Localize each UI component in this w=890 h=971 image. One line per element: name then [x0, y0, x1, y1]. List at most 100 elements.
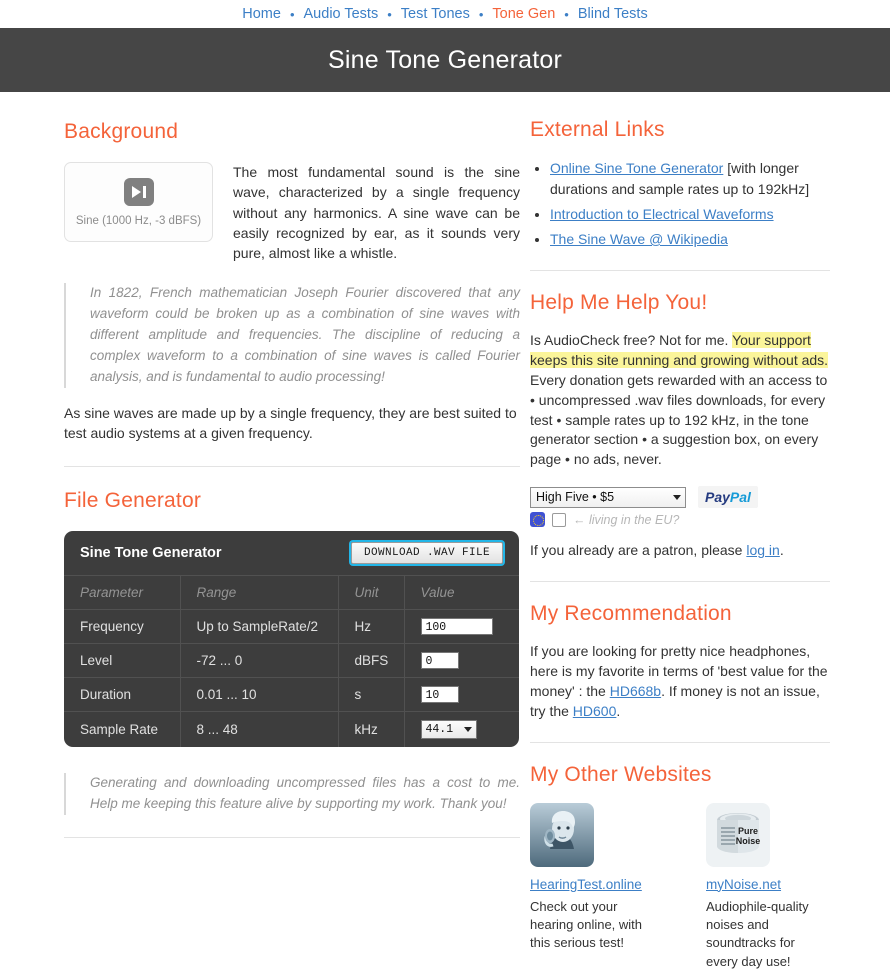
- section-heading-file-generator: File Generator: [64, 489, 520, 513]
- link-online-sine-tone-generator[interactable]: Online Sine Tone Generator: [550, 160, 723, 176]
- table-row: Sample Rate 8 ... 48 kHz 44.1: [64, 711, 519, 747]
- section-heading-help: Help Me Help You!: [530, 291, 830, 315]
- nav-item-test-tones[interactable]: Test Tones: [399, 6, 472, 22]
- file-generator-footnote: Generating and downloading uncompressed …: [64, 773, 520, 815]
- file-generator-panel: Sine Tone Generator DOWNLOAD .WAV FILE P…: [64, 531, 519, 747]
- play-pause-icon[interactable]: [124, 178, 154, 206]
- help-paragraph: Is AudioCheck free? Not for me. Your sup…: [530, 331, 830, 470]
- file-generator-header: Sine Tone Generator DOWNLOAD .WAV FILE: [64, 531, 519, 575]
- fourier-quote: In 1822, French mathematician Joseph Fou…: [64, 283, 520, 388]
- list-item: Introduction to Electrical Waveforms: [550, 204, 830, 225]
- download-wav-button[interactable]: DOWNLOAD .WAV FILE: [351, 542, 503, 564]
- table-row: Frequency Up to SampleRate/2 Hz 100: [64, 609, 519, 643]
- patron-login-paragraph: If you already are a patron, please log …: [530, 541, 830, 561]
- section-heading-recommendation: My Recommendation: [530, 602, 830, 626]
- divider: [64, 466, 520, 467]
- table-row: Level -72 ... 0 dBFS 0: [64, 643, 519, 677]
- chevron-down-icon: [673, 495, 681, 500]
- paypal-logo[interactable]: PayPal: [698, 486, 758, 508]
- paypal-pal-text: Pal: [730, 489, 751, 505]
- section-heading-background: Background: [64, 120, 520, 144]
- donation-amount-select[interactable]: High Five • $5: [530, 487, 686, 508]
- can-label-line2: Noise: [736, 836, 761, 846]
- link-hearingtest-online[interactable]: HearingTest.online: [530, 877, 642, 892]
- link-mynoise-net[interactable]: myNoise.net: [706, 877, 781, 892]
- cell-unit: Hz: [338, 609, 404, 643]
- page-body: Background Sine (1000 Hz, -3 dBFS) The m…: [0, 92, 890, 971]
- nav-separator: •: [283, 7, 302, 22]
- table-row: Duration 0.01 ... 10 s 10: [64, 677, 519, 711]
- help-text-after: Every donation gets rewarded with an acc…: [530, 372, 827, 468]
- eu-residency-row: ← living in the EU?: [530, 512, 830, 527]
- paypal-pay-text: Pay: [705, 489, 730, 505]
- eu-residency-label: ← living in the EU?: [573, 513, 679, 527]
- background-closing-paragraph: As sine waves are made up by a single fr…: [64, 404, 520, 444]
- frequency-input[interactable]: 100: [421, 618, 493, 635]
- cell-unit: s: [338, 677, 404, 711]
- section-heading-external-links: External Links: [530, 118, 830, 142]
- column-header-parameter: Parameter: [64, 575, 180, 609]
- nav-item-audio-tests[interactable]: Audio Tests: [302, 6, 381, 22]
- column-header-value: Value: [404, 575, 519, 609]
- cell-parameter: Sample Rate: [64, 711, 180, 747]
- login-link[interactable]: log in: [746, 542, 779, 558]
- cell-value: 10: [404, 677, 519, 711]
- external-links-list: Online Sine Tone Generator [with longer …: [530, 158, 830, 250]
- divider: [530, 270, 830, 271]
- divider: [530, 742, 830, 743]
- cell-value: 44.1: [404, 711, 519, 747]
- nav-separator: •: [557, 7, 576, 22]
- site-card-mynoise: Pure Noise myNoise.net Audiophile-qualit…: [706, 803, 830, 971]
- background-intro-row: Sine (1000 Hz, -3 dBFS) The most fundame…: [64, 162, 520, 263]
- donation-amount-value: High Five • $5: [536, 490, 614, 504]
- nav-item-home[interactable]: Home: [240, 6, 283, 22]
- pure-noise-can-icon[interactable]: Pure Noise: [706, 803, 770, 867]
- divider: [530, 581, 830, 582]
- duration-input[interactable]: 10: [421, 686, 459, 703]
- eu-flag-icon: [530, 512, 545, 527]
- donation-controls: High Five • $5 PayPal: [530, 486, 830, 508]
- player-label: Sine (1000 Hz, -3 dBFS): [76, 215, 201, 227]
- nav-separator: •: [472, 7, 491, 22]
- patron-text-after: .: [780, 542, 784, 558]
- column-header-range: Range: [180, 575, 338, 609]
- divider: [64, 837, 520, 838]
- help-text-before: Is AudioCheck free? Not for me.: [530, 332, 732, 348]
- site-description: Check out your hearing online, with this…: [530, 898, 654, 953]
- background-paragraph: The most fundamental sound is the sine w…: [233, 162, 520, 263]
- generator-parameters-table: Parameter Range Unit Value Frequency Up …: [64, 575, 519, 747]
- nav-item-blind-tests[interactable]: Blind Tests: [576, 6, 650, 22]
- column-header-unit: Unit: [338, 575, 404, 609]
- nav-item-tone-gen[interactable]: Tone Gen: [490, 6, 557, 22]
- sample-rate-value: 44.1: [426, 723, 454, 736]
- sine-tone-player[interactable]: Sine (1000 Hz, -3 dBFS): [64, 162, 213, 242]
- chevron-down-icon: [464, 727, 472, 732]
- level-input[interactable]: 0: [421, 652, 459, 669]
- link-sine-wave-wikipedia[interactable]: The Sine Wave @ Wikipedia: [550, 231, 728, 247]
- eu-resident-checkbox[interactable]: [552, 513, 566, 527]
- page-title-banner: Sine Tone Generator: [0, 28, 890, 92]
- cell-unit: kHz: [338, 711, 404, 747]
- can-label-line1: Pure: [738, 826, 758, 836]
- recommendation-paragraph: If you are looking for pretty nice headp…: [530, 642, 830, 722]
- other-websites-list: HearingTest.online Check out your hearin…: [530, 803, 830, 971]
- cell-range: Up to SampleRate/2: [180, 609, 338, 643]
- einstein-headphones-icon[interactable]: [530, 803, 594, 867]
- link-introduction-to-electrical-waveforms[interactable]: Introduction to Electrical Waveforms: [550, 206, 774, 222]
- cell-parameter: Duration: [64, 677, 180, 711]
- nav-separator: •: [380, 7, 399, 22]
- cell-unit: dBFS: [338, 643, 404, 677]
- link-hd600[interactable]: HD600: [573, 703, 617, 719]
- site-description: Audiophile-quality noises and soundtrack…: [706, 898, 830, 971]
- cell-range: 8 ... 48: [180, 711, 338, 747]
- link-hd668b[interactable]: HD668b: [610, 683, 661, 699]
- cell-parameter: Level: [64, 643, 180, 677]
- site-card-hearingtest: HearingTest.online Check out your hearin…: [530, 803, 654, 971]
- primary-navigation[interactable]: Home • Audio Tests • Test Tones • Tone G…: [0, 0, 890, 28]
- sidebar-column: External Links Online Sine Tone Generato…: [520, 92, 890, 971]
- list-item: The Sine Wave @ Wikipedia: [550, 229, 830, 250]
- recommendation-text-after: .: [616, 703, 620, 719]
- list-item: Online Sine Tone Generator [with longer …: [550, 158, 830, 200]
- sample-rate-select[interactable]: 44.1: [421, 720, 477, 739]
- cell-value: 0: [404, 643, 519, 677]
